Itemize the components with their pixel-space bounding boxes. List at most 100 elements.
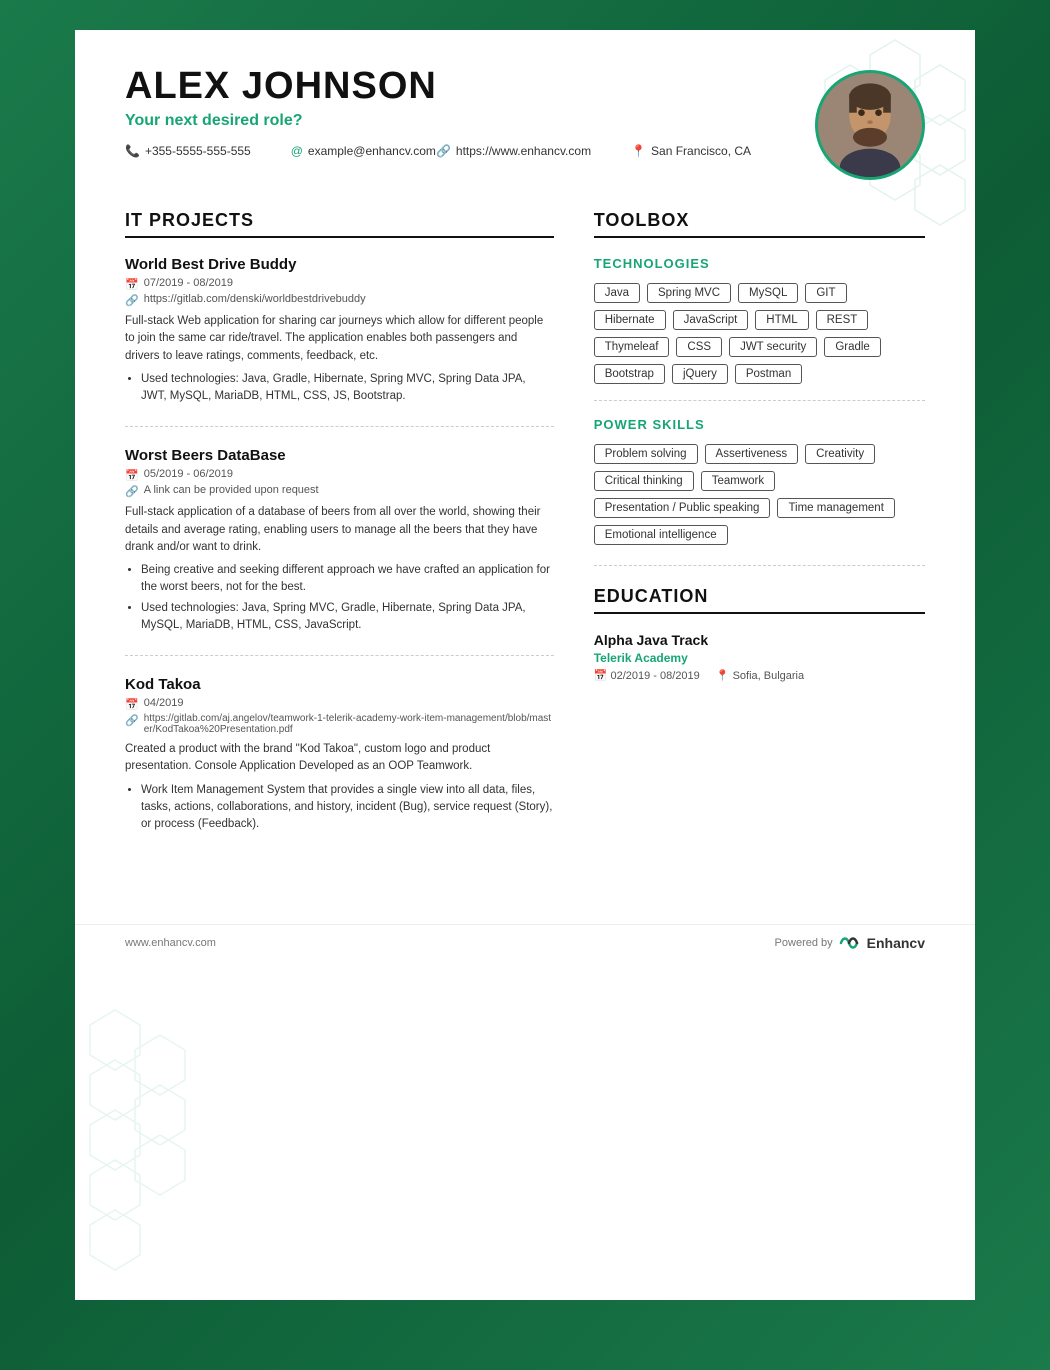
skill-tag: Presentation / Public speaking	[594, 498, 771, 518]
email-contact: @ example@enhancv.com	[291, 144, 436, 158]
resume-page: ALEX JOHNSON Your next desired role? 📞 +…	[75, 30, 975, 1300]
location-icon: 📍	[631, 144, 646, 158]
skill-tag: Time management	[777, 498, 894, 518]
enhancv-logo: Enhancv	[839, 935, 925, 951]
technology-tag: Spring MVC	[647, 283, 731, 303]
avatar	[815, 70, 925, 180]
project-desc-1: Full-stack Web application for sharing c…	[125, 313, 554, 365]
edu-meta: 📅 02/2019 - 08/2019 📍 Sofia, Bulgaria	[594, 669, 925, 682]
it-projects-title: IT PROJECTS	[125, 210, 554, 238]
technology-tag: jQuery	[672, 364, 728, 384]
location-icon-edu: 📍	[716, 670, 730, 682]
location-contact: 📍 San Francisco, CA	[631, 144, 751, 158]
skill-tag: Teamwork	[701, 471, 775, 491]
project-link-3: 🔗 https://gitlab.com/aj.angelov/teamwork…	[125, 713, 554, 735]
project-bullets-2: Being creative and seeking different app…	[125, 562, 554, 634]
link-icon-1: 🔗	[125, 294, 139, 307]
candidate-role: Your next desired role?	[125, 112, 795, 130]
technology-tag: HTML	[755, 310, 808, 330]
skill-tag: Problem solving	[594, 444, 698, 464]
skill-tag: Emotional intelligence	[594, 525, 728, 545]
website-url: https://www.enhancv.com	[456, 144, 591, 158]
email-address: example@enhancv.com	[308, 144, 436, 158]
brand-name: Enhancv	[867, 935, 925, 951]
bullet-item: Used technologies: Java, Gradle, Hiberna…	[141, 371, 554, 406]
edu-institution: Alpha Java Track	[594, 632, 925, 648]
phone-number: +355-5555-555-555	[145, 144, 251, 158]
main-content: IT PROJECTS World Best Drive Buddy 📅 07/…	[75, 200, 975, 904]
project-name-1: World Best Drive Buddy	[125, 256, 554, 273]
technology-tag: JWT security	[729, 337, 817, 357]
header: ALEX JOHNSON Your next desired role? 📞 +…	[75, 30, 975, 200]
skill-tag: Creativity	[805, 444, 875, 464]
project-item-2: Worst Beers DataBase 📅 05/2019 - 06/2019…	[125, 447, 554, 656]
link-icon-3: 🔗	[125, 714, 139, 727]
contact-row-2: 🔗 https://www.enhancv.com 📍 San Francisc…	[436, 144, 751, 158]
logo-icon	[839, 935, 863, 951]
footer-url: www.enhancv.com	[125, 937, 216, 949]
skill-tag: Assertiveness	[705, 444, 799, 464]
technology-tag: Bootstrap	[594, 364, 665, 384]
project-item-3: Kod Takoa 📅 04/2019 🔗 https://gitlab.com…	[125, 676, 554, 854]
website-contact: 🔗 https://www.enhancv.com	[436, 144, 591, 158]
phone-contact: 📞 +355-5555-555-555	[125, 144, 251, 158]
contacts: 📞 +355-5555-555-555 @ example@enhancv.co…	[125, 144, 795, 162]
project-date-3: 📅 04/2019	[125, 697, 554, 711]
project-meta-1: 📅 07/2019 - 08/2019 🔗 https://gitlab.com…	[125, 277, 554, 307]
calendar-icon-2: 📅	[125, 469, 139, 482]
contact-row-1: 📞 +355-5555-555-555 @ example@enhancv.co…	[125, 144, 436, 158]
bullet-item: Used technologies: Java, Spring MVC, Gra…	[141, 600, 554, 635]
right-column: TOOLBOX TECHNOLOGIES Java Spring MVC MySQL…	[594, 210, 925, 874]
project-bullets-3: Work Item Management System that provide…	[125, 782, 554, 834]
technology-tag: MySQL	[738, 283, 798, 303]
bullet-item: Work Item Management System that provide…	[141, 782, 554, 834]
education-title: EDUCATION	[594, 586, 925, 614]
edu-location: 📍 Sofia, Bulgaria	[716, 669, 804, 682]
header-left: ALEX JOHNSON Your next desired role? 📞 +…	[125, 65, 795, 162]
technology-tag: CSS	[676, 337, 722, 357]
candidate-name: ALEX JOHNSON	[125, 65, 795, 108]
footer: www.enhancv.com Powered by Enhancv	[75, 924, 975, 961]
edu-organization: Telerik Academy	[594, 651, 925, 665]
technology-tag: Hibernate	[594, 310, 666, 330]
calendar-icon-3: 📅	[125, 698, 139, 711]
technologies-subtitle: TECHNOLOGIES	[594, 256, 925, 271]
edu-date: 📅 02/2019 - 08/2019	[594, 669, 700, 682]
project-name-3: Kod Takoa	[125, 676, 554, 693]
toolbox-title: TOOLBOX	[594, 210, 925, 238]
project-item-1: World Best Drive Buddy 📅 07/2019 - 08/20…	[125, 256, 554, 427]
calendar-icon-edu: 📅	[594, 670, 608, 682]
avatar-image	[818, 70, 922, 180]
bullet-item: Being creative and seeking different app…	[141, 562, 554, 597]
project-link-1: 🔗 https://gitlab.com/denski/worldbestdri…	[125, 293, 554, 307]
technology-tag: REST	[816, 310, 869, 330]
technology-tag: Thymeleaf	[594, 337, 670, 357]
hex-decoration-bottom-left	[75, 1000, 255, 1300]
technology-tag: Java	[594, 283, 640, 303]
project-bullets-1: Used technologies: Java, Gradle, Hiberna…	[125, 371, 554, 406]
location-text: San Francisco, CA	[651, 144, 751, 158]
technology-tag: Postman	[735, 364, 802, 384]
project-meta-2: 📅 05/2019 - 06/2019 🔗 A link can be prov…	[125, 468, 554, 498]
link-icon: 🔗	[436, 144, 451, 158]
calendar-icon-1: 📅	[125, 278, 139, 291]
left-column: IT PROJECTS World Best Drive Buddy 📅 07/…	[125, 210, 554, 874]
project-link-2: 🔗 A link can be provided upon request	[125, 484, 554, 498]
technologies-tags: Java Spring MVC MySQL GIT Hibernate JavaScrip…	[594, 283, 925, 384]
email-icon: @	[291, 144, 303, 158]
technology-tag: JavaScript	[673, 310, 749, 330]
link-icon-2: 🔗	[125, 485, 139, 498]
technology-tag: Gradle	[824, 337, 881, 357]
power-skills-subtitle: POWER SKILLS	[594, 417, 925, 432]
powered-by: Powered by Enhancv	[775, 935, 925, 951]
project-name-2: Worst Beers DataBase	[125, 447, 554, 464]
project-date-2: 📅 05/2019 - 06/2019	[125, 468, 554, 482]
project-meta-3: 📅 04/2019 🔗 https://gitlab.com/aj.angelo…	[125, 697, 554, 735]
technology-tag: GIT	[805, 283, 846, 303]
project-desc-3: Created a product with the brand "Kod Ta…	[125, 741, 554, 776]
project-desc-2: Full-stack application of a database of …	[125, 504, 554, 556]
project-date-1: 📅 07/2019 - 08/2019	[125, 277, 554, 291]
phone-icon: 📞	[125, 144, 140, 158]
skill-tag: Critical thinking	[594, 471, 694, 491]
power-skills-tags: Problem solving Assertiveness Creativity Cr…	[594, 444, 925, 545]
